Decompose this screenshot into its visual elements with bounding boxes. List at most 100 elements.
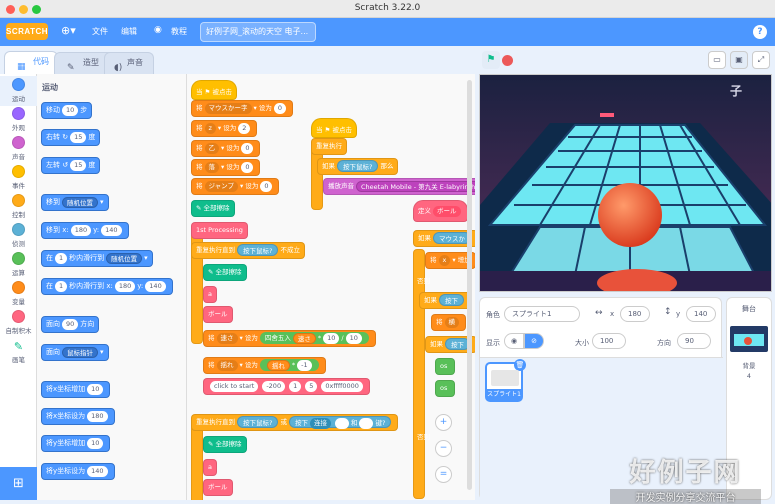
category-sound[interactable]: 声音	[0, 134, 37, 164]
block-custom-call[interactable]: a	[203, 286, 217, 303]
sprite-size-input[interactable]: 100	[592, 333, 626, 349]
block-turn-left[interactable]: 左转 ↺ 15 度	[41, 157, 101, 174]
show-visible-button[interactable]: ◉	[504, 333, 524, 349]
pen-icon: ✎	[208, 440, 214, 448]
tab-code[interactable]: ▦ 代码	[4, 51, 58, 74]
zoom-in-button[interactable]: +	[435, 414, 452, 431]
block-repeat-until[interactable]: 重复执行直到 按下鼠标? 不成立	[191, 242, 305, 259]
category-variables[interactable]: 变量	[0, 279, 37, 309]
block-pen-clear[interactable]: ✎ 全部擦除	[203, 436, 247, 453]
scratch-logo[interactable]: SCRATCH	[6, 23, 48, 40]
x-arrows-icon: ↔	[595, 308, 603, 318]
block-pen-clear[interactable]: ✎ 全部擦除	[203, 264, 247, 281]
block-set-x[interactable]: 将x坐标设为 180	[41, 408, 115, 425]
show-label: 显示	[486, 339, 500, 347]
block-else-label: 否则	[417, 277, 430, 285]
tab-sounds[interactable]: ◖) 声音	[104, 52, 154, 74]
block-set-variable[interactable]: 将乙 ▾ 设为 0	[191, 140, 261, 157]
sprite-direction-input[interactable]: 90	[677, 333, 711, 349]
stage-canvas[interactable]: 子	[479, 74, 772, 292]
large-stage-icon: ▣	[735, 55, 743, 64]
add-extension-button[interactable]: ⊞	[0, 467, 37, 500]
block-when-flag-clicked[interactable]: 当 ⚑ 被点击	[311, 118, 357, 138]
block-glide-xy[interactable]: 在 1 秒内滑行到 x: 180 y: 140	[41, 278, 173, 295]
eye-icon: ◉	[510, 337, 518, 345]
show-hidden-button[interactable]: ⊘	[524, 333, 544, 349]
eye-slash-icon: ⊘	[531, 337, 537, 345]
block-change-y[interactable]: 将y坐标增加 10	[41, 435, 111, 452]
block-glide[interactable]: 在 1 秒内滑行到 随机位置 ▾	[41, 250, 153, 267]
block-set-variable[interactable]: 将速さ ▾ 设为 四舍五入 速さ * 10/10	[203, 330, 376, 347]
small-stage-icon: ▭	[713, 55, 721, 64]
block-set-variable[interactable]: 将揺れ ▾ 设为 揺れ * -1	[203, 357, 326, 374]
category-looks[interactable]: 外观	[0, 105, 37, 135]
script-workspace[interactable]: 当 ⚑ 被点击 将マウスかー字 ▾ 设为 0 将 z ▾ 设为 2 将乙 ▾ 设为 0 将落 ▾…	[187, 74, 475, 500]
green-flag-button[interactable]: ⚑	[482, 51, 500, 69]
category-events[interactable]: 事件	[0, 163, 37, 193]
stop-button[interactable]	[502, 55, 513, 66]
block-custom-call[interactable]: a	[203, 459, 217, 476]
block-operator[interactable]: os	[435, 380, 455, 397]
block-custom-call[interactable]: ボール	[203, 479, 233, 496]
zoom-reset-button[interactable]: =	[435, 466, 452, 483]
project-title-input[interactable]: 好例子网_滚动的天空 电子...	[200, 22, 316, 42]
block-if[interactable]: 如果 按下	[419, 292, 471, 309]
category-operators[interactable]: 运算	[0, 250, 37, 280]
menu-tutorials[interactable]: 教程	[171, 26, 187, 37]
sprite-y-input[interactable]: 140	[686, 306, 716, 322]
block-repeat-until[interactable]: 重复执行直到 按下鼠标? 或按下 连接 和 键?	[191, 414, 399, 431]
menu-edit[interactable]: 编辑	[121, 26, 137, 37]
category-motion[interactable]: 运动	[0, 76, 37, 106]
category-my-blocks[interactable]: 自制积木	[0, 308, 37, 338]
palette-title: 运动	[42, 83, 58, 92]
block-define[interactable]: 定义 ボール	[413, 200, 468, 222]
block-if[interactable]: 如果 マウスか	[413, 230, 475, 247]
block-forever[interactable]: 重复执行	[311, 138, 347, 155]
menu-file[interactable]: 文件	[92, 26, 108, 37]
block-if[interactable]: 如果 按下鼠标? 那么	[317, 158, 399, 175]
block-point-direction[interactable]: 面向 90 方向	[41, 316, 100, 333]
block-goto[interactable]: 移到 随机位置 ▾	[41, 194, 109, 211]
sprite-card[interactable]: 🗑 スプライト1	[485, 359, 526, 402]
globe-icon[interactable]: ⊕▾	[61, 24, 76, 37]
zoom-out-button[interactable]: −	[435, 440, 452, 457]
block-custom-call[interactable]: 1st Processing	[191, 222, 248, 239]
watermark-subtitle: 开发实例分享交流平台	[610, 489, 761, 504]
fullscreen-button[interactable]: ⤢	[752, 51, 770, 69]
large-stage-button[interactable]: ▣	[730, 51, 748, 69]
red-tile	[600, 113, 614, 117]
block-point-towards[interactable]: 面向 鼠标指针 ▾	[41, 344, 109, 361]
block-set-y[interactable]: 将y坐标设为 140	[41, 463, 115, 480]
sprite-x-input[interactable]: 180	[620, 306, 650, 322]
extension-icon: ⊞	[13, 476, 24, 491]
block-change-x[interactable]: 将x坐标增加 10	[41, 381, 111, 398]
fullscreen-icon: ⤢	[757, 55, 765, 64]
category-control[interactable]: 控制	[0, 192, 37, 222]
watermark-title: 好例子网	[629, 458, 742, 488]
block-set-variable[interactable]: 将マウスかー字 ▾ 设为 0	[191, 100, 293, 117]
help-button[interactable]: ?	[753, 25, 767, 39]
tutorials-icon[interactable]: ◉	[154, 25, 162, 35]
category-menu: 运动 外观 声音 事件 控制 侦测 运算 变量 自制积木 ✎ 画笔	[0, 74, 37, 500]
category-sensing[interactable]: 侦测	[0, 221, 37, 251]
block-operator[interactable]: os	[435, 358, 455, 375]
category-pen[interactable]: ✎ 画笔	[0, 340, 37, 370]
block-click-to-start[interactable]: click to start -200 1 5 0xffff0000	[203, 378, 370, 395]
block-when-flag-clicked[interactable]: 当 ⚑ 被点击	[191, 80, 237, 100]
ball	[598, 183, 662, 247]
block-move-steps[interactable]: 移动 10 步	[41, 102, 93, 119]
block-pen-clear[interactable]: ✎ 全部擦除	[191, 200, 235, 217]
workspace-scrollbar[interactable]	[467, 80, 472, 490]
block-turn-right[interactable]: 右转 ↻ 15 度	[41, 129, 101, 146]
size-label: 大小	[575, 339, 589, 347]
block-set-variable[interactable]: 将横	[431, 314, 466, 331]
block-set-variable[interactable]: 将落 ▾ 设为 0	[191, 159, 261, 176]
block-set-variable[interactable]: 将ジャンプ ▾ 设为 0	[191, 178, 280, 195]
stage-logo: 子	[730, 84, 742, 98]
sprite-name-input[interactable]: スプライト1	[504, 306, 580, 322]
small-stage-button[interactable]: ▭	[708, 51, 726, 69]
block-goto-xy[interactable]: 移到 x: 180 y: 140	[41, 222, 129, 239]
block-play-sound[interactable]: 播放声音 Cheetah Mobile - 第九关 E-labyrinth	[323, 178, 475, 195]
block-set-variable[interactable]: 将 z ▾ 设为 2	[191, 120, 258, 137]
block-custom-call[interactable]: ボール	[203, 306, 233, 323]
